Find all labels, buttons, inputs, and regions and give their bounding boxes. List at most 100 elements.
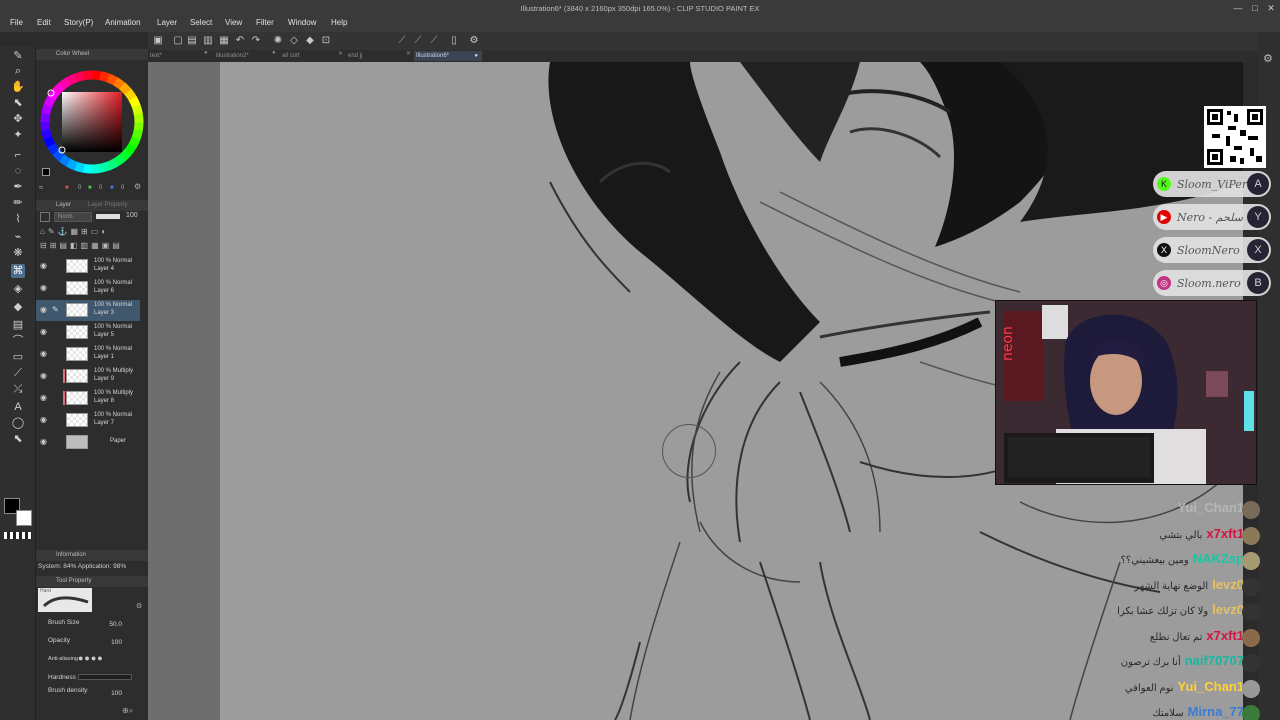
transparent-color-swatch[interactable] [4, 532, 32, 539]
redo-icon[interactable]: ↷ [250, 35, 262, 47]
layer-action-icons[interactable]: ⊟⊞▤◧▥▦▣▤ [40, 241, 144, 253]
menu-help[interactable]: Help [331, 18, 347, 27]
pen-icon[interactable]: ✎ [11, 49, 25, 63]
visibility-eye-icon[interactable]: ◉ [39, 305, 48, 314]
export-icon[interactable]: ▦ [218, 35, 230, 47]
brush-size-value[interactable]: 50.0 [102, 621, 122, 628]
hand-icon[interactable]: ✋ [11, 80, 25, 94]
tab-end-jj[interactable]: end jj [346, 51, 404, 61]
snap-ruler-icon[interactable]: ⟋ [396, 35, 408, 47]
tool-settings-icon[interactable]: ⚙ [136, 602, 142, 610]
tab-illustration6[interactable]: Illustration6* ● [414, 51, 482, 61]
menu-window[interactable]: Window [288, 18, 316, 27]
layer-color-box[interactable] [40, 212, 50, 222]
tab-close-icon[interactable]: ● [474, 51, 478, 61]
visibility-eye-icon[interactable]: ◉ [39, 371, 48, 380]
color-slider-icon[interactable]: ≈ [39, 183, 43, 192]
save-icon[interactable]: ▥ [202, 35, 214, 47]
layer-row[interactable]: ◉ 100 % Multiply Layer 8 [36, 388, 140, 409]
ruler-icon[interactable]: ⟋ [11, 366, 25, 380]
close-button[interactable]: ✕ [1265, 3, 1277, 13]
clear-outside-icon[interactable]: ◇ [288, 35, 300, 47]
blend-mode-select[interactable]: Norm [54, 212, 92, 222]
snap-special-ruler-icon[interactable]: ⟋ [412, 35, 424, 47]
zoom-icon[interactable]: ⌕ [11, 64, 25, 78]
mobile-icon[interactable]: ▯ [448, 35, 460, 47]
menu-filter[interactable]: Filter [256, 18, 274, 27]
tab-close-icon[interactable]: ● [204, 50, 208, 56]
tab-all-cort[interactable]: all cort [280, 51, 338, 61]
tab-close-icon[interactable]: ✕ [338, 50, 343, 57]
menu-view[interactable]: View [225, 18, 242, 27]
layer-opacity-slider[interactable] [96, 214, 120, 219]
visibility-eye-icon[interactable]: ◉ [39, 327, 48, 336]
layer-row[interactable]: ◉ ✎ 100 % Normal Layer 3 [36, 300, 140, 321]
transform-icon[interactable]: ⊡ [320, 35, 332, 47]
panel-toggle-icon[interactable]: ⚙ [1263, 52, 1273, 65]
layer-row[interactable]: ◉ 100 % Normal Layer 5 [36, 322, 140, 343]
visibility-eye-icon[interactable]: ◉ [39, 283, 48, 292]
correct-line-icon[interactable]: ⤯ [11, 382, 25, 396]
eraser-icon[interactable]: ◈ [11, 282, 25, 296]
menu-edit[interactable]: Edit [37, 18, 51, 27]
tab-close-icon[interactable]: ✕ [406, 50, 411, 57]
eyedropper-icon[interactable]: ⌐ [11, 148, 25, 162]
visibility-eye-icon[interactable]: ◉ [39, 415, 48, 424]
hardness-slider[interactable] [78, 674, 132, 680]
color-wheel-graphic[interactable] [38, 66, 146, 176]
gradient-icon[interactable]: ▤ [11, 318, 25, 332]
layer-row[interactable]: ◉ 100 % Normal Layer 4 [36, 256, 140, 277]
figure-icon[interactable]: ⌒ [11, 334, 25, 348]
menu-story[interactable]: Story(P) [64, 18, 93, 27]
tab-close-icon[interactable]: ● [272, 50, 276, 56]
layer-lock-icons[interactable]: ⌂✎⚓▦⊞▭◐ [40, 227, 140, 239]
lasso-icon[interactable]: ◌ [11, 164, 25, 178]
maximize-button[interactable]: □ [1249, 3, 1261, 13]
tab-illustration2[interactable]: illustration2* [214, 51, 272, 61]
layer-row[interactable]: ◉ 100 % Normal Layer 1 [36, 344, 140, 365]
layer-row[interactable]: ◉ Paper [36, 432, 140, 453]
layer-property-tab[interactable]: Layer Property [88, 200, 127, 211]
balloon-icon[interactable]: ◯ [11, 416, 25, 430]
visibility-eye-icon[interactable]: ◉ [39, 349, 48, 358]
settings-icon[interactable]: ⚙ [468, 35, 480, 47]
menu-select[interactable]: Select [190, 18, 212, 27]
new-file-icon[interactable]: ▢ [172, 35, 184, 47]
object-icon[interactable]: ⬉ [11, 96, 25, 110]
visibility-eye-icon[interactable]: ◉ [39, 393, 48, 402]
sub-color-swatch[interactable] [16, 510, 32, 526]
pencil-icon[interactable]: ✏ [11, 196, 25, 210]
visibility-eye-icon[interactable]: ◉ [39, 261, 48, 270]
color-wheel[interactable] [38, 66, 146, 176]
anti-aliasing-selector[interactable]: ●●●● [78, 653, 124, 665]
brush-density-value[interactable]: 100 [102, 690, 122, 697]
decoration-icon[interactable]: ❋ [11, 246, 25, 260]
menu-layer[interactable]: Layer [157, 18, 177, 27]
move-icon[interactable]: ✥ [11, 112, 25, 126]
clear-icon[interactable]: ✺ [272, 35, 284, 47]
current-color-icon[interactable] [42, 168, 50, 176]
auto-select-icon[interactable]: ✦ [11, 128, 25, 142]
layer-opacity-value[interactable]: 100 [126, 212, 138, 219]
frame-icon[interactable]: ▭ [11, 350, 25, 364]
zoom-controls-icon[interactable]: ⊕⌕ [122, 706, 133, 716]
snap-grid-icon[interactable]: ⟋ [428, 35, 440, 47]
undo-icon[interactable]: ↶ [234, 35, 246, 47]
layer-row[interactable]: ◉ 100 % Normal Layer 7 [36, 410, 140, 431]
fill-icon[interactable]: ◆ [304, 35, 316, 47]
airbrush-icon[interactable]: ⌁ [11, 230, 25, 244]
operation-icon[interactable]: ⬉ [11, 432, 25, 446]
menu-file[interactable]: File [10, 18, 23, 27]
fill-bucket-icon[interactable]: ◆ [11, 300, 25, 314]
brush-icon[interactable]: ⌇ [11, 212, 25, 226]
menu-animation[interactable]: Animation [105, 18, 141, 27]
layer-row[interactable]: ◉ 100 % Multiply Layer 9 [36, 366, 140, 387]
text-icon[interactable]: A [11, 400, 25, 414]
canvas-settings-icon[interactable]: ▣ [152, 35, 164, 47]
visibility-eye-icon[interactable]: ◉ [39, 437, 48, 446]
open-file-icon[interactable]: ▤ [186, 35, 198, 47]
minimize-button[interactable]: — [1232, 3, 1244, 13]
opacity-value[interactable]: 100 [102, 639, 122, 646]
blend-icon[interactable]: ⌘ [11, 264, 25, 278]
layer-row[interactable]: ◉ 100 % Normal Layer 6 [36, 278, 140, 299]
